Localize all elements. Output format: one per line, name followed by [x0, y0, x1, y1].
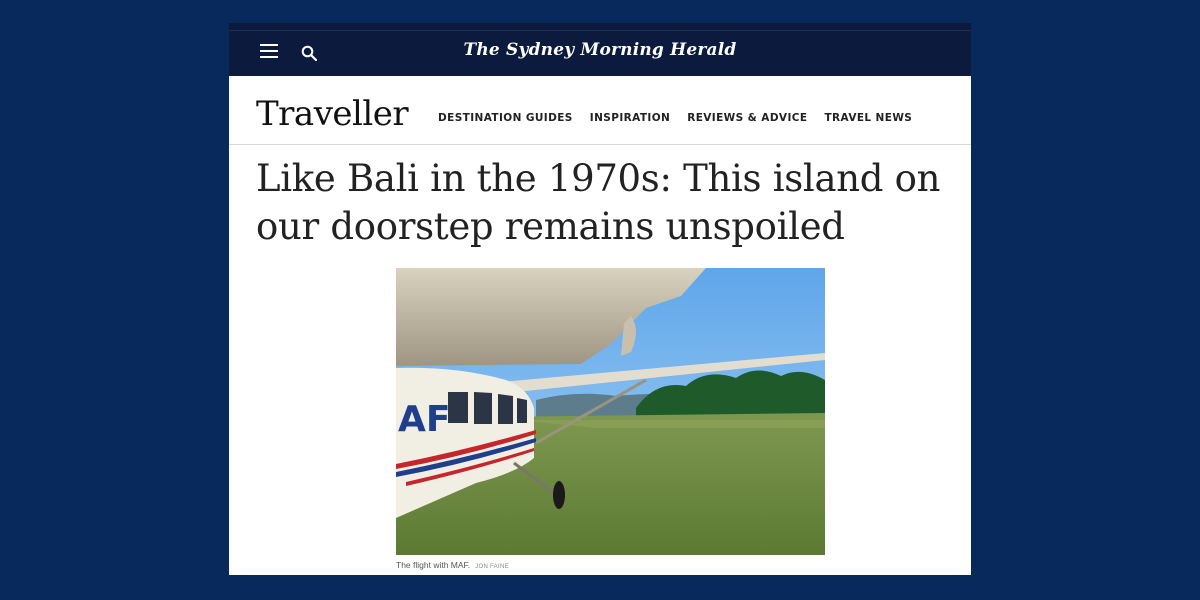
article-page: The Sydney Morning Herald Traveller DEST…	[229, 23, 971, 575]
image-caption: The flight with MAF. JON FAINE	[396, 560, 509, 570]
traveller-logo[interactable]: Traveller	[256, 94, 409, 134]
aircraft-window-1	[448, 392, 468, 423]
top-bar-divider	[229, 30, 971, 31]
section-nav: DESTINATION GUIDES INSPIRATION REVIEWS &…	[438, 112, 912, 124]
hero-image: AF	[396, 268, 825, 555]
article-headline: Like Bali in the 1970s: This island on o…	[256, 157, 941, 248]
aircraft-window-2	[474, 392, 492, 424]
section-nav-bar: Traveller DESTINATION GUIDES INSPIRATION…	[229, 76, 971, 145]
landing-gear-wheel	[553, 481, 565, 509]
top-bar: The Sydney Morning Herald	[229, 23, 971, 76]
nav-reviews-advice[interactable]: REVIEWS & ADVICE	[687, 112, 807, 124]
masthead-logo[interactable]: The Sydney Morning Herald	[229, 40, 971, 60]
nav-destination-guides[interactable]: DESTINATION GUIDES	[438, 112, 573, 124]
caption-text: The flight with MAF.	[396, 560, 471, 570]
aircraft-window-4	[517, 398, 527, 423]
photo-credit: JON FAINE	[475, 564, 509, 570]
nav-inspiration[interactable]: INSPIRATION	[590, 112, 670, 124]
plane-livery-text: AF	[398, 399, 450, 440]
nav-travel-news[interactable]: TRAVEL NEWS	[824, 112, 912, 124]
aircraft-window-3	[498, 394, 513, 424]
